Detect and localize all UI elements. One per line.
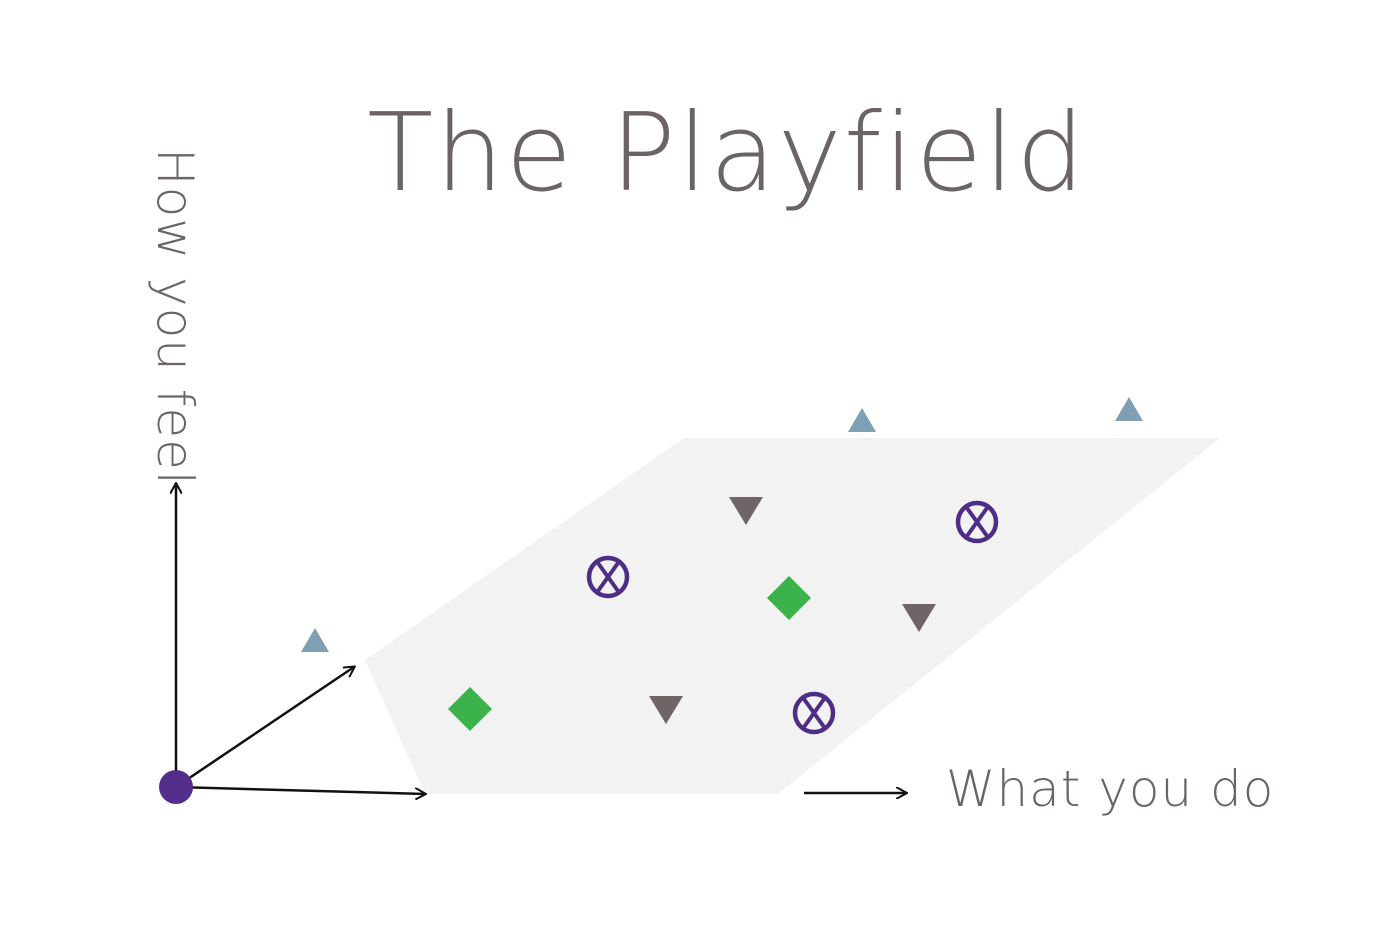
triangle-up-marker bbox=[1115, 397, 1143, 421]
vertical-axis-label: How you feel bbox=[146, 148, 204, 486]
origin-dot bbox=[159, 770, 193, 804]
triangle-up-marker bbox=[848, 408, 876, 432]
horizontal-axis-arrow bbox=[175, 785, 425, 794]
playfield-diagram: The Playfield How you feel What you do bbox=[146, 91, 1274, 818]
triangle-up-marker bbox=[301, 628, 329, 652]
depth-axis-arrow bbox=[175, 667, 354, 789]
horizontal-axis-label: What you do bbox=[946, 760, 1274, 818]
diagram-title: The Playfield bbox=[367, 91, 1086, 216]
